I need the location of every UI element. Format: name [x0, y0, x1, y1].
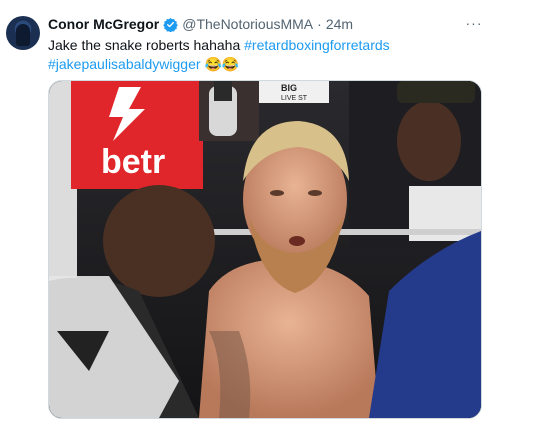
avatar[interactable] [6, 16, 40, 50]
right-person-face [397, 101, 461, 181]
tweet-photo[interactable]: betr BIG LIVE ST [48, 80, 482, 419]
separator-dot: · [317, 16, 322, 32]
author-name[interactable]: Conor McGregor [48, 16, 159, 32]
tweet-header: Conor McGregor @TheNotoriousMMA · 24m [48, 14, 353, 34]
right-eye [308, 190, 322, 196]
author-handle[interactable]: @TheNotoriousMMA [182, 16, 313, 32]
banner-text-top: BIG [281, 83, 297, 93]
photo-illustration: betr BIG LIVE ST [49, 81, 481, 418]
hashtag-link[interactable]: #jakepaulisabaldywigger [48, 56, 201, 72]
avatar-figure [16, 24, 30, 46]
verified-badge-icon [163, 17, 178, 32]
sign-text: betr [101, 143, 165, 181]
tweet[interactable]: Conor McGregor @TheNotoriousMMA · 24m ··… [0, 0, 555, 446]
corner-man-head [103, 185, 215, 297]
bottle-cap [214, 81, 232, 101]
more-options-icon[interactable]: ··· [465, 14, 483, 32]
timestamp[interactable]: 24m [326, 16, 353, 32]
emoji-text: 😂😂 [204, 56, 240, 72]
banner-text: LIVE ST [281, 95, 308, 102]
hashtag-link[interactable]: #retardboxingforretards [244, 37, 390, 53]
tweet-text-plain: Jake the snake roberts hahaha [48, 37, 245, 53]
left-eye [270, 190, 284, 196]
right-person-cap [397, 81, 475, 103]
mouth [289, 236, 305, 246]
tweet-text: Jake the snake roberts hahaha #retardbox… [48, 36, 508, 74]
